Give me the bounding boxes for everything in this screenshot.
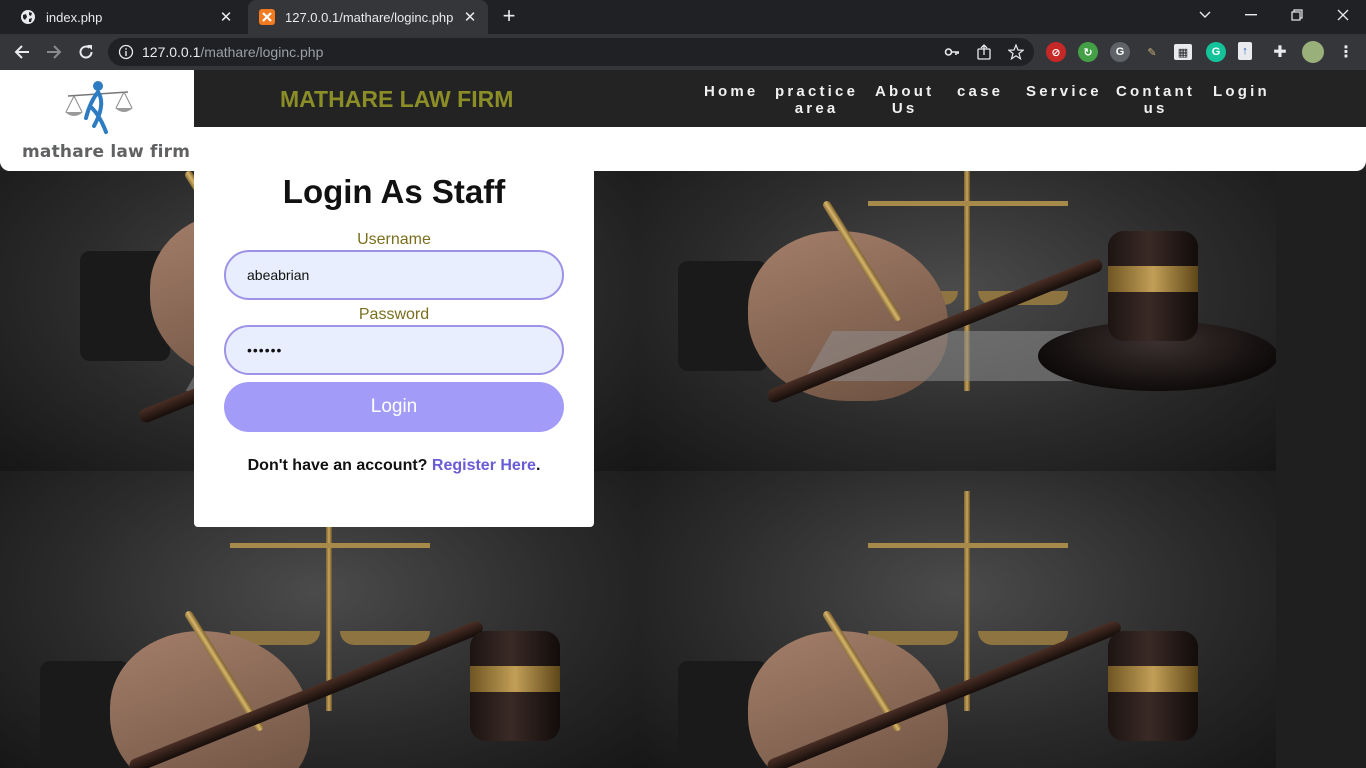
share-icon[interactable] — [976, 44, 992, 60]
browser-tab-strip: index.php ✕ 127.0.0.1/mathare/loginc.php… — [0, 0, 1366, 34]
forward-icon[interactable] — [41, 39, 67, 65]
nav-label: practice — [775, 83, 859, 100]
nav-item-practice-area[interactable]: practice area — [775, 83, 858, 117]
username-label: Username — [357, 231, 431, 248]
browser-menu-icon[interactable]: ⋮ — [1336, 42, 1356, 62]
login-card: Login As Staff Username Password Login D… — [194, 127, 594, 527]
nav-item-home[interactable]: Home — [704, 83, 758, 100]
nav-label: Service — [1026, 83, 1102, 100]
new-tab-button[interactable]: + — [496, 5, 522, 29]
grid-extension-icon[interactable]: ▦ — [1174, 44, 1192, 60]
background-edge — [1276, 171, 1366, 768]
logo-text: mathare law firm — [22, 142, 191, 162]
tab-title: 127.0.0.1/mathare/loginc.php — [285, 9, 454, 25]
site-brand-title[interactable]: MATHARE LAW FIRM — [280, 86, 513, 113]
site-logo[interactable]: mathare law firm — [0, 70, 194, 171]
close-tab-icon[interactable]: ✕ — [460, 7, 480, 27]
url-host: 127.0.0.1 — [142, 44, 201, 60]
profile-avatar-icon[interactable] — [1302, 41, 1324, 63]
username-input[interactable] — [224, 250, 564, 300]
bookmark-star-icon[interactable] — [1007, 43, 1025, 61]
grammarly-icon[interactable]: G — [1206, 42, 1226, 62]
site-info-icon[interactable] — [118, 44, 134, 60]
pen-extension-icon[interactable]: ✎ — [1142, 42, 1162, 62]
browser-tab-active[interactable]: 127.0.0.1/mathare/loginc.php ✕ — [248, 0, 488, 34]
reload-icon[interactable] — [73, 39, 99, 65]
blocker-extension-icon[interactable]: ⊘ — [1046, 42, 1066, 62]
password-input[interactable] — [224, 325, 564, 375]
nav-item-contant-us[interactable]: Contant us — [1116, 83, 1195, 117]
nav-label: Contant — [1116, 83, 1196, 100]
green-extension-icon[interactable]: ↻ — [1078, 42, 1098, 62]
globe-icon — [20, 9, 36, 25]
web-page: mathare law firm MATHARE LAW FIRM Home p… — [0, 70, 1366, 768]
browser-tab[interactable]: index.php ✕ — [0, 0, 244, 34]
nav-label: Home — [704, 83, 759, 100]
nav-label: Us — [891, 100, 918, 117]
back-icon[interactable] — [9, 39, 35, 65]
nav-item-about-us[interactable]: About Us — [875, 83, 934, 117]
url-text[interactable]: 127.0.0.1/mathare/loginc.php — [142, 44, 323, 60]
register-link[interactable]: Register Here — [432, 457, 536, 474]
background-image-tile — [638, 471, 1276, 768]
nav-label: case — [957, 83, 1004, 100]
register-prompt-text: Don't have an account? — [247, 457, 428, 474]
background-image-tile — [638, 171, 1276, 471]
login-button[interactable]: Login — [224, 382, 564, 432]
upload-extension-icon[interactable]: ↑ — [1238, 42, 1252, 60]
close-tab-icon[interactable]: ✕ — [216, 7, 236, 27]
password-label: Password — [358, 306, 430, 323]
nav-label: area — [794, 100, 839, 117]
tab-search-icon[interactable] — [1182, 0, 1228, 30]
register-period: . — [535, 457, 541, 474]
restore-icon[interactable] — [1274, 0, 1320, 30]
tab-title: index.php — [46, 9, 103, 25]
nav-label: Login — [1213, 83, 1270, 100]
key-icon[interactable] — [944, 44, 960, 60]
register-prompt: Don't have an account? Register Here. — [194, 457, 594, 475]
nav-item-service[interactable]: Service — [1026, 83, 1102, 100]
url-path: /mathare/loginc.php — [200, 44, 324, 60]
scales-of-justice-icon — [65, 81, 133, 134]
close-window-icon[interactable] — [1320, 0, 1366, 30]
gray-extension-icon[interactable]: G — [1110, 42, 1130, 62]
nav-item-case[interactable]: case — [957, 83, 1003, 100]
nav-item-login[interactable]: Login — [1213, 83, 1270, 100]
nav-label: us — [1143, 100, 1168, 117]
xampp-icon — [259, 9, 275, 25]
login-title: Login As Staff — [282, 173, 506, 210]
nav-label: About — [875, 83, 935, 100]
minimize-icon[interactable] — [1228, 0, 1274, 30]
extensions-puzzle-icon[interactable]: ✚ — [1270, 42, 1290, 62]
